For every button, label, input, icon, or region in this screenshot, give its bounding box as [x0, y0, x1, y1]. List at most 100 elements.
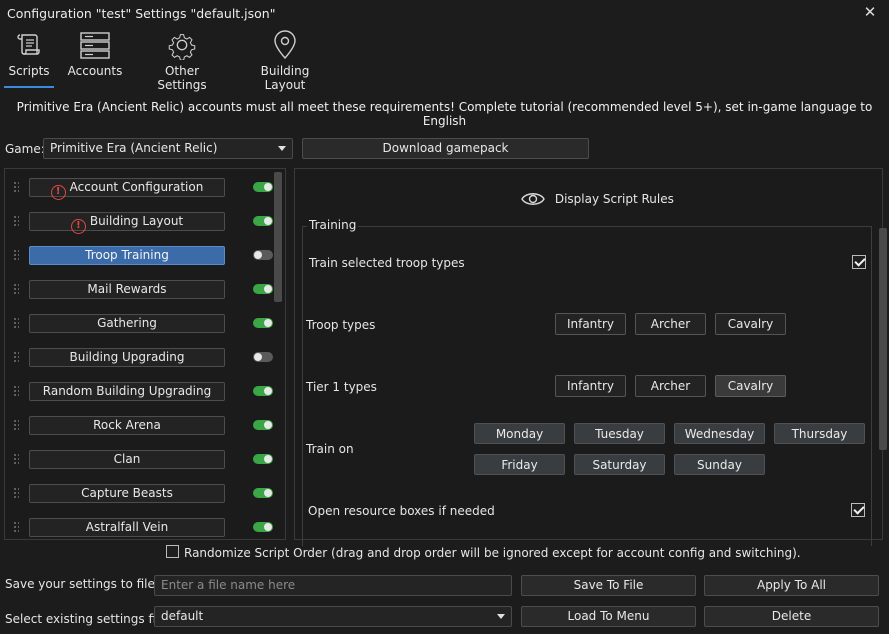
day-friday[interactable]: Friday	[474, 454, 565, 475]
game-label: Game:	[5, 142, 45, 156]
drag-handle-icon[interactable]	[13, 521, 19, 533]
day-thursday[interactable]: Thursday	[774, 423, 865, 444]
train-selected-label: Train selected troop types	[309, 256, 465, 270]
drag-handle-icon[interactable]	[13, 385, 19, 397]
download-gamepack-button[interactable]: Download gamepack	[302, 138, 589, 159]
tab-label: Accounts	[67, 64, 123, 78]
drag-handle-icon[interactable]	[13, 215, 19, 227]
script-enable-toggle[interactable]	[253, 284, 273, 294]
apply-to-all-button[interactable]: Apply To All	[704, 575, 879, 596]
script-enable-toggle[interactable]	[253, 216, 273, 226]
drag-handle-icon[interactable]	[13, 453, 19, 465]
map-pin-icon	[274, 30, 296, 60]
drag-handle-icon[interactable]	[13, 181, 19, 193]
script-item-label: Troop Training	[85, 248, 169, 262]
script-enable-toggle[interactable]	[253, 182, 273, 192]
tier1-type-infantry[interactable]: Infantry	[555, 375, 626, 397]
settings-file-value: default	[161, 609, 204, 623]
load-to-menu-button[interactable]: Load To Menu	[521, 606, 696, 627]
script-item[interactable]: ! Account Configuration	[29, 178, 225, 200]
open-boxes-label: Open resource boxes if needed	[308, 504, 495, 518]
script-enable-toggle[interactable]	[253, 318, 273, 328]
scripts-list-scrollbar[interactable]	[274, 172, 282, 302]
close-icon[interactable]: ✕	[862, 4, 878, 20]
drag-handle-icon[interactable]	[13, 249, 19, 261]
settings-file-select[interactable]: default	[154, 606, 512, 627]
day-sunday[interactable]: Sunday	[674, 454, 765, 475]
troop-type-archer[interactable]: Archer	[635, 313, 706, 335]
script-item[interactable]: ! Building Layout	[29, 212, 225, 234]
tab-label: Building Layout	[260, 64, 310, 92]
tab-building-layout[interactable]: Building Layout	[240, 30, 330, 92]
train-selected-checkbox[interactable]	[852, 255, 866, 269]
script-enable-toggle[interactable]	[253, 386, 273, 396]
script-item-label: Building Layout	[89, 214, 184, 228]
tab-label: Scripts	[8, 64, 50, 78]
display-script-rules-label: Display Script Rules	[554, 192, 674, 206]
script-item[interactable]: Rock Arena	[29, 416, 225, 435]
script-item-label: Account Configuration	[69, 180, 204, 194]
drag-handle-icon[interactable]	[13, 283, 19, 295]
drag-handle-icon[interactable]	[13, 317, 19, 329]
script-item-label: Building Upgrading	[69, 350, 185, 364]
script-item-label: Gathering	[97, 316, 157, 330]
script-item[interactable]: Building Upgrading	[29, 348, 225, 367]
drag-handle-icon[interactable]	[13, 419, 19, 431]
chevron-down-icon	[497, 614, 505, 619]
warning-icon: !	[50, 185, 66, 200]
tab-other-settings[interactable]: Other Settings	[140, 30, 224, 92]
game-select[interactable]: Primitive Era (Ancient Relic)	[43, 138, 293, 159]
chevron-down-icon	[278, 146, 286, 151]
select-settings-label: Select existing settings file	[5, 612, 167, 626]
day-monday[interactable]: Monday	[474, 423, 565, 444]
troop-type-cavalry[interactable]: Cavalry	[715, 313, 786, 335]
tab-scripts[interactable]: Scripts	[4, 30, 54, 88]
tab-label: Other Settings	[157, 64, 207, 92]
randomize-order-checkbox[interactable]	[166, 545, 179, 558]
delete-button[interactable]: Delete	[704, 606, 879, 627]
script-enable-toggle[interactable]	[253, 352, 273, 362]
warning-icon: !	[70, 219, 86, 234]
script-item[interactable]: Troop Training	[29, 246, 225, 265]
game-select-value: Primitive Era (Ancient Relic)	[50, 141, 218, 155]
gear-icon	[168, 34, 196, 60]
script-item[interactable]: Astralfall Vein	[29, 518, 225, 537]
file-name-input[interactable]: Enter a file name here	[154, 575, 512, 596]
day-wednesday[interactable]: Wednesday	[674, 423, 765, 444]
tier1-type-archer[interactable]: Archer	[635, 375, 706, 397]
eye-icon	[521, 193, 545, 205]
script-enable-toggle[interactable]	[253, 420, 273, 430]
tier1-type-cavalry[interactable]: Cavalry	[715, 375, 786, 397]
script-item[interactable]: Random Building Upgrading	[29, 382, 225, 401]
scripts-list: ! Account Configuration! Building Layout Tr…	[4, 168, 286, 540]
window-title: Configuration "test" Settings "default.j…	[7, 6, 276, 21]
display-script-rules-button[interactable]: Display Script Rules	[521, 190, 674, 210]
open-boxes-checkbox[interactable]	[851, 503, 865, 517]
save-settings-label: Save your settings to file	[5, 577, 155, 591]
script-item[interactable]: Mail Rewards	[29, 280, 225, 299]
scroll-icon	[17, 34, 40, 55]
drag-handle-icon[interactable]	[13, 351, 19, 363]
script-enable-toggle[interactable]	[253, 522, 273, 532]
script-enable-toggle[interactable]	[253, 250, 273, 260]
drag-handle-icon[interactable]	[13, 487, 19, 499]
script-enable-toggle[interactable]	[253, 488, 273, 498]
train-on-label: Train on	[306, 442, 354, 456]
server-icon	[80, 32, 110, 59]
script-settings-scrollbar[interactable]	[879, 228, 887, 450]
script-item[interactable]: Clan	[29, 450, 225, 469]
save-to-file-button[interactable]: Save To File	[521, 575, 696, 596]
script-item[interactable]: Capture Beasts	[29, 484, 225, 503]
tier1-types-label: Tier 1 types	[306, 380, 377, 394]
randomize-order-label: Randomize Script Order (drag and drop or…	[184, 546, 801, 560]
day-tuesday[interactable]: Tuesday	[574, 423, 665, 444]
tab-accounts[interactable]: Accounts	[64, 30, 126, 86]
script-enable-toggle[interactable]	[253, 454, 273, 464]
training-group-title: Training	[307, 218, 359, 232]
script-item-label: Clan	[113, 452, 141, 466]
script-item-label: Random Building Upgrading	[42, 384, 212, 398]
script-item[interactable]: Gathering	[29, 314, 225, 333]
requirements-notice: Primitive Era (Ancient Relic) accounts m…	[16, 100, 873, 128]
troop-type-infantry[interactable]: Infantry	[555, 313, 626, 335]
day-saturday[interactable]: Saturday	[574, 454, 665, 475]
